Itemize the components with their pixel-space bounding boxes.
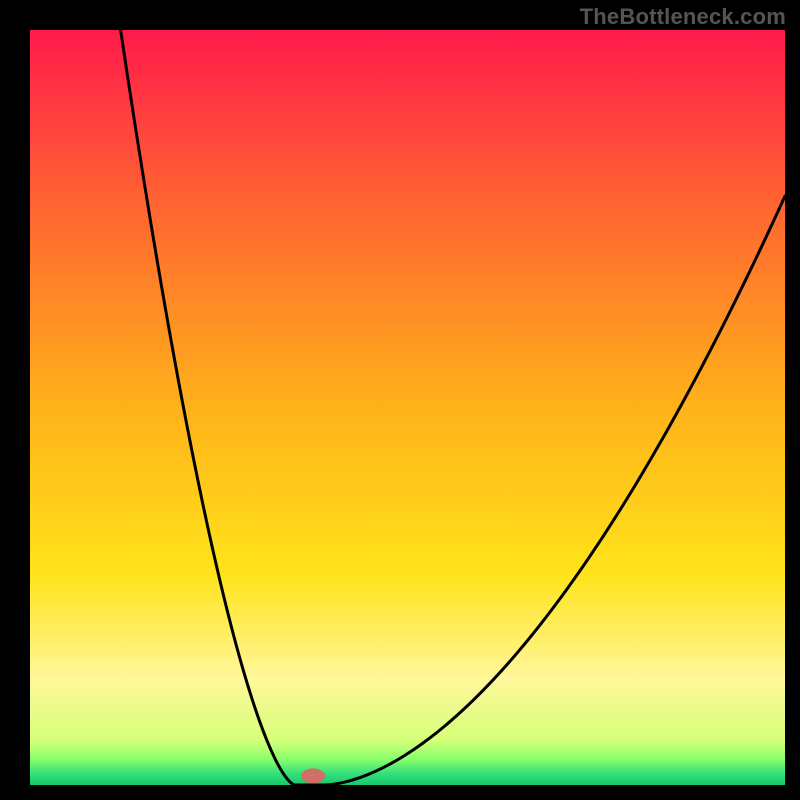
optimum-marker — [301, 768, 325, 783]
watermark-text: TheBottleneck.com — [580, 4, 786, 30]
plot-background — [30, 30, 785, 785]
bottleneck-curve-chart — [0, 0, 800, 800]
chart-frame: TheBottleneck.com — [0, 0, 800, 800]
